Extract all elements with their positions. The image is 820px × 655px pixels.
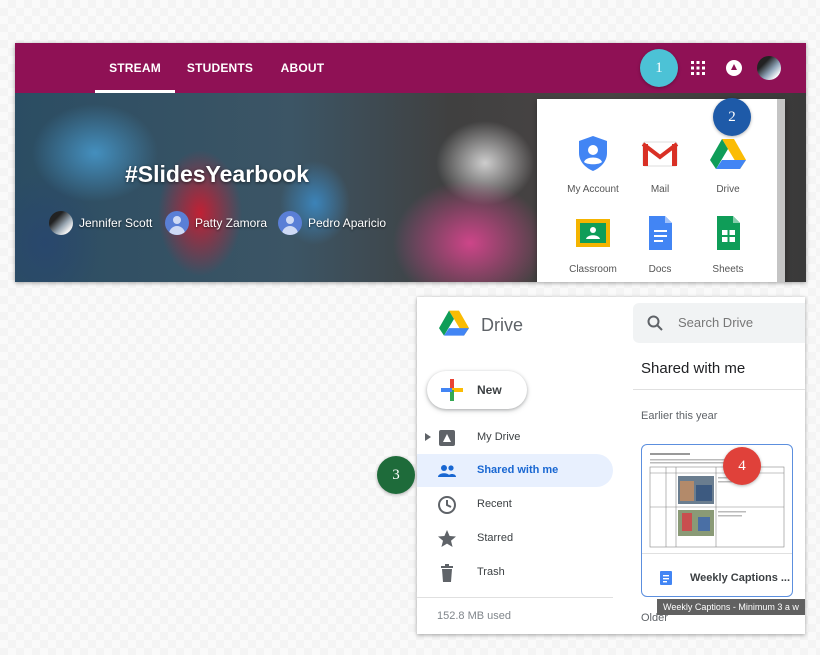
app-sheets[interactable]: Sheets xyxy=(692,213,764,275)
step-badge: 1 xyxy=(640,49,678,87)
search-placeholder: Search Drive xyxy=(678,315,754,330)
app-classroom[interactable]: Classroom xyxy=(557,213,629,275)
group-heading: Earlier this year xyxy=(641,410,718,422)
app-title: Drive xyxy=(481,315,524,335)
tab-about[interactable]: ABOUT xyxy=(275,43,330,93)
nav-trash[interactable]: Trash xyxy=(417,556,613,589)
divider xyxy=(417,597,613,598)
app-label: Classroom xyxy=(569,264,617,275)
account-avatar[interactable] xyxy=(757,56,781,80)
file-name: Weekly Captions ... xyxy=(690,572,791,584)
nav-label: Shared with me xyxy=(477,464,559,476)
app-label: Sheets xyxy=(712,264,744,275)
clock-icon xyxy=(438,496,456,514)
search-icon xyxy=(647,315,663,331)
app-label: Docs xyxy=(648,264,672,275)
member-chip[interactable]: Patty Zamora xyxy=(165,210,267,236)
storage-quota: 152.8 MB used xyxy=(437,610,511,622)
nav-shared-with-me[interactable]: Shared with me xyxy=(417,454,613,487)
sheets-icon xyxy=(717,216,740,250)
nav-label: Starred xyxy=(477,532,514,544)
apps-grid-icon[interactable] xyxy=(691,61,705,75)
nav-label: Recent xyxy=(477,498,512,510)
tab-stream[interactable]: STREAM xyxy=(95,43,175,93)
notifications-icon[interactable] xyxy=(725,59,743,77)
docs-icon xyxy=(649,216,672,250)
trash-icon xyxy=(441,564,453,582)
classroom-topbar: STREAM STUDENTS ABOUT xyxy=(15,43,806,93)
star-icon xyxy=(438,530,456,547)
new-button-label: New xyxy=(477,383,502,397)
divider xyxy=(642,553,792,554)
step-badge: 4 xyxy=(723,447,761,485)
app-label: My Account xyxy=(567,184,619,195)
nav-recent[interactable]: Recent xyxy=(417,488,613,521)
class-title: #SlidesYearbook xyxy=(125,161,310,187)
plus-icon xyxy=(441,379,463,401)
avatar xyxy=(49,211,73,235)
member-name: Patty Zamora xyxy=(195,216,268,230)
file-thumbnail xyxy=(648,451,786,549)
app-my-account[interactable]: My Account xyxy=(557,133,629,195)
expand-arrow-icon[interactable] xyxy=(425,433,431,441)
file-card[interactable]: Weekly Captions ... xyxy=(641,444,793,597)
file-tooltip: Weekly Captions - Minimum 3 a w xyxy=(657,599,805,615)
page-title: Shared with me xyxy=(641,360,746,377)
app-label: Mail xyxy=(650,184,670,195)
avatar xyxy=(278,211,302,235)
member-chip[interactable]: Pedro Aparicio xyxy=(278,210,386,236)
step-badge: 3 xyxy=(377,456,415,494)
app-docs[interactable]: Docs xyxy=(624,213,696,275)
account-shield-icon xyxy=(579,136,607,171)
drive-icon xyxy=(710,139,746,169)
step-badge: 2 xyxy=(713,98,751,136)
nav-my-drive[interactable]: My Drive xyxy=(417,421,613,454)
tab-students[interactable]: STUDENTS xyxy=(185,43,255,93)
new-button[interactable]: New xyxy=(427,371,527,409)
member-name: Jennifer Scott xyxy=(79,216,153,230)
classroom-icon xyxy=(576,219,610,247)
divider xyxy=(633,389,805,390)
document-preview xyxy=(649,453,785,548)
classroom-header: STREAM STUDENTS ABOUT #SlidesYearbook Je… xyxy=(15,43,806,282)
nav-starred[interactable]: Starred xyxy=(417,522,613,555)
docs-file-icon xyxy=(660,571,672,585)
drive-logo-icon xyxy=(439,310,469,336)
member-chip[interactable]: Jennifer Scott xyxy=(49,210,152,236)
app-label: Drive xyxy=(716,184,740,195)
nav-label: Trash xyxy=(477,566,505,578)
app-drive[interactable]: Drive xyxy=(692,133,764,195)
my-drive-icon xyxy=(439,430,455,446)
member-name: Pedro Aparicio xyxy=(308,216,387,230)
avatar xyxy=(165,211,189,235)
app-mail[interactable]: Mail xyxy=(624,133,696,195)
people-icon xyxy=(438,465,456,477)
search-input[interactable]: Search Drive xyxy=(633,303,805,343)
gmail-icon xyxy=(641,141,679,167)
nav-label: My Drive xyxy=(477,431,521,443)
